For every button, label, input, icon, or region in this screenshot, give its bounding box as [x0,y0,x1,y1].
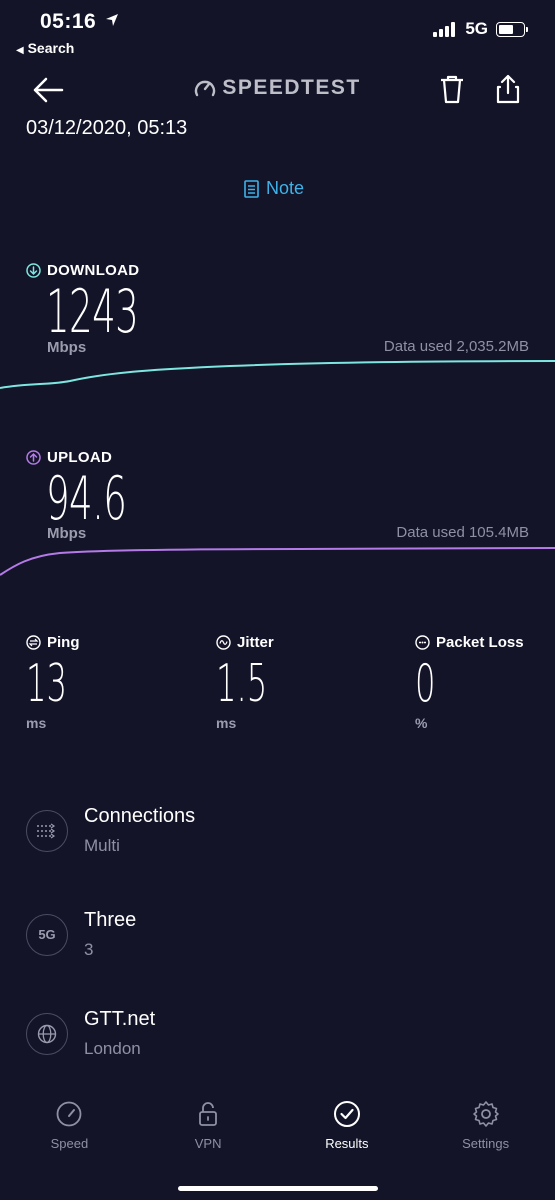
tab-bar: Speed VPN Results Settings [0,1100,555,1151]
download-graph [0,360,555,389]
share-icon[interactable] [496,74,520,104]
signal-icon [433,21,456,37]
upload-arrow-icon [26,450,41,465]
test-datetime: 03/12/2020, 05:13 [26,117,188,139]
download-arrow-icon [26,263,41,278]
jitter-value: 1.5 [216,654,268,714]
note-button[interactable]: Note [244,178,304,199]
connections-title: Connections [84,805,196,827]
gear-icon [472,1101,499,1127]
connections-icon [26,809,68,852]
tab-speed[interactable]: Speed [0,1100,139,1151]
carrier-row: 5G Three 3 [26,909,136,960]
speedtest-logo: SPEEDTEST [0,76,555,100]
carrier-name: Three [84,909,137,931]
tab-results[interactable]: Results [278,1100,417,1151]
gauge-logo-icon [195,80,216,97]
location-arrow-icon [105,14,118,26]
connections-value: Multi [84,836,120,855]
server-name: GTT.net [84,1008,156,1030]
jitter-label: Jitter [237,634,274,651]
jitter-unit: ms [216,715,237,731]
packet-loss-unit: % [415,715,428,731]
packet-loss-label: Packet Loss [436,634,524,651]
packet-loss-icon [415,635,430,650]
tab-vpn[interactable]: VPN [139,1100,278,1151]
globe-icon [26,1012,68,1055]
ping-value: 13 [26,654,68,714]
status-right: 5G [433,19,528,39]
upload-value: 94.6 [46,464,127,534]
ping-metric: Ping 13 ms [26,634,92,731]
speedometer-icon [56,1101,82,1127]
home-indicator[interactable] [178,1186,378,1191]
upload-graph [0,547,555,576]
server-row: GTT.net London [26,1008,155,1059]
download-unit: Mbps [47,339,87,356]
tab-settings[interactable]: Settings [416,1100,555,1151]
download-data-used: Data used 2,035.2MB [383,338,529,355]
5g-icon: 5G [26,913,68,956]
download-value: 1243 [46,277,139,347]
network-type: 5G [465,19,488,38]
connections-row: Connections Multi [26,805,195,856]
jitter-metric: Jitter 1.5 ms [216,634,299,731]
packet-loss-metric: Packet Loss 0 % [415,634,524,731]
battery-icon [496,21,528,37]
back-to-app[interactable]: ◀ Search [16,40,74,56]
note-icon [244,179,259,198]
upload-data-used: Data used 105.4MB [396,524,529,541]
lock-icon [199,1102,218,1126]
ping-label: Ping [47,634,80,651]
back-triangle-icon: ◀ [16,45,24,56]
server-location: London [84,1039,141,1058]
carrier-value: 3 [84,940,94,959]
check-circle-icon [333,1101,360,1127]
trash-icon[interactable] [439,74,465,104]
jitter-icon [216,635,231,650]
ping-icon [26,635,41,650]
ping-unit: ms [26,715,47,731]
packet-loss-value: 0 [415,654,436,714]
status-time: 05:16 [40,10,119,34]
